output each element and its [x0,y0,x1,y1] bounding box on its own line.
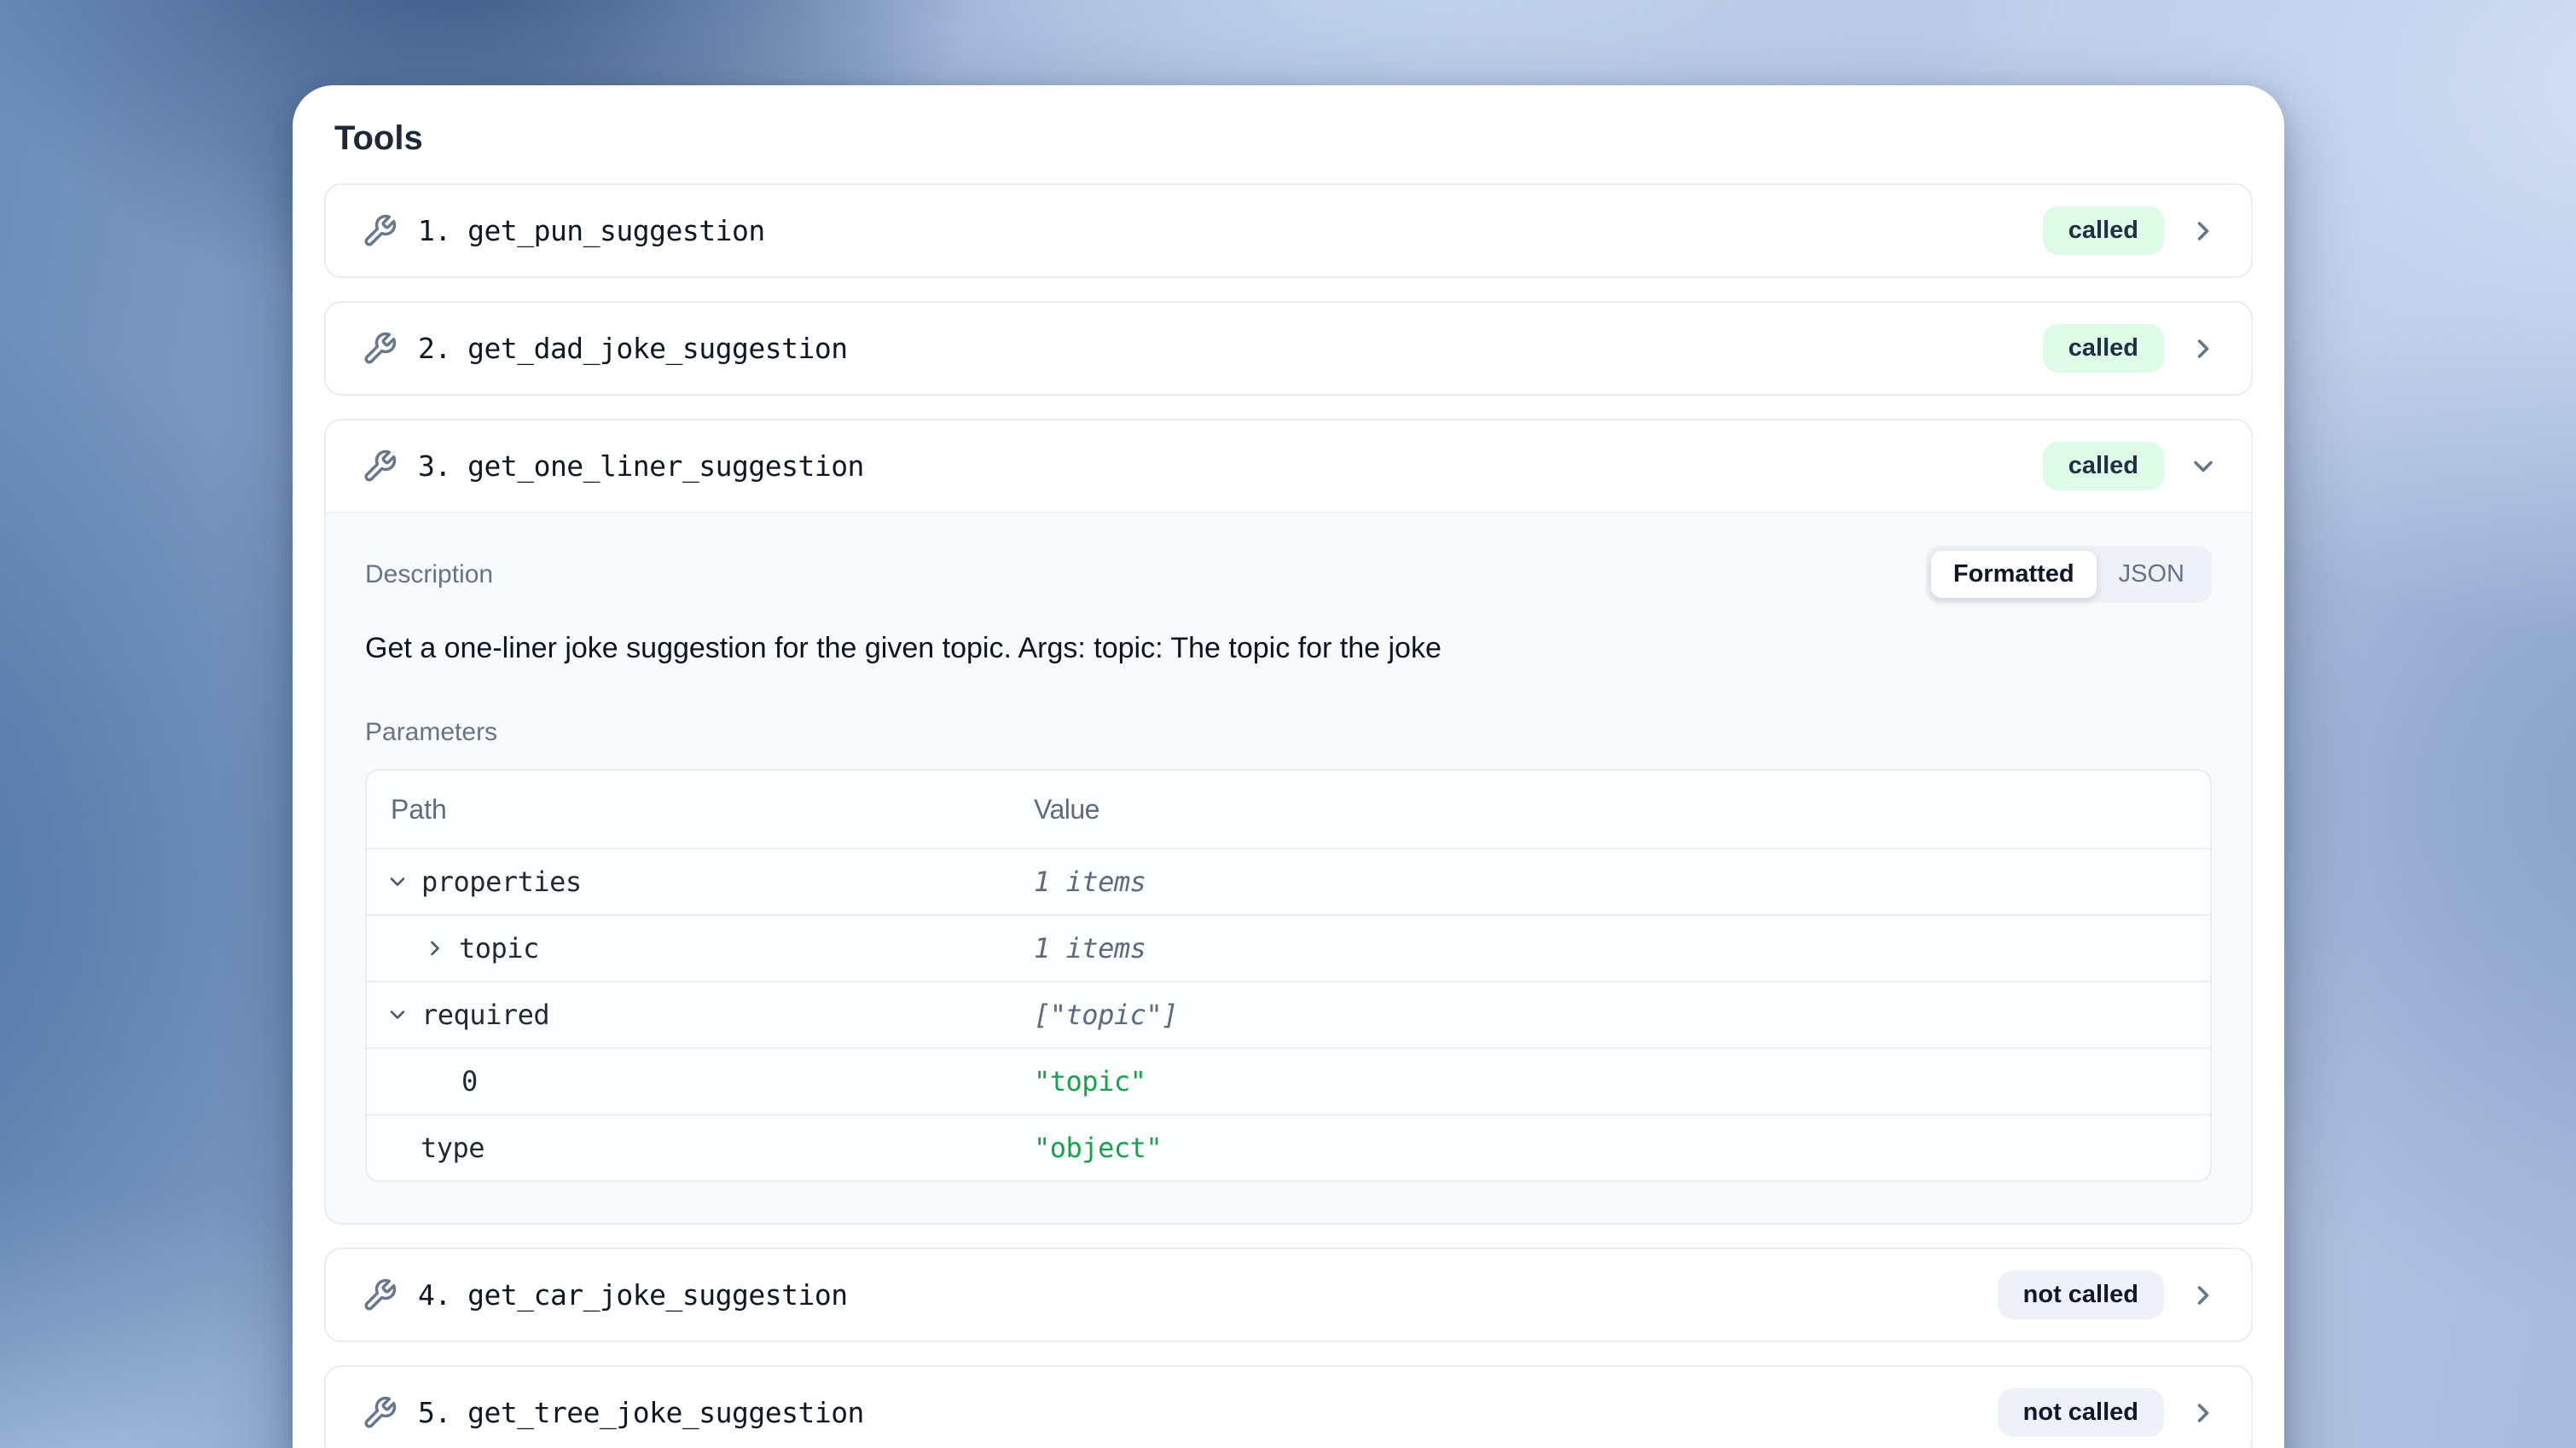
chevron-down-icon[interactable] [386,1003,409,1027]
tool-detail-panel: 3. get_one_liner_suggestion called Descr… [324,419,2253,1225]
chevron-right-icon[interactable] [2188,216,2219,246]
tool-name: 4. get_car_joke_suggestion [418,1278,848,1312]
tool-name: 2. get_dad_joke_suggestion [418,332,848,365]
view-toggle: Formatted JSON [1926,546,2212,603]
table-header-row: Path Value [367,771,2210,848]
status-badge: not called [1998,1271,2164,1319]
tool-detail-body: Description Formatted JSON Get a one-lin… [326,513,2251,1223]
path-key: topic [459,932,539,964]
status-badge: not called [1998,1388,2164,1437]
chevron-right-icon[interactable] [423,936,447,960]
wrench-icon [362,1277,397,1313]
status-badge: called [2043,442,2164,490]
value-cell: 1 items [1034,932,2210,964]
tool-name: 5. get_tree_joke_suggestion [418,1396,864,1429]
path-key: 0 [461,1065,478,1098]
tool-name: 1. get_pun_suggestion [418,214,765,247]
tool-row-get-dad-joke-suggestion[interactable]: 2. get_dad_joke_suggestion called [324,301,2253,396]
path-key: required [421,999,549,1031]
value-cell: 1 items [1034,866,2210,898]
status-badge: called [2043,324,2164,373]
tool-row-get-pun-suggestion[interactable]: 1. get_pun_suggestion called [324,183,2253,278]
tool-row-get-car-joke-suggestion[interactable]: 4. get_car_joke_suggestion not called [324,1248,2253,1342]
page-title: Tools [334,119,2242,158]
table-header-value: Value [1034,794,1099,825]
value-cell: ["topic"] [1034,999,2210,1031]
formatted-tab[interactable]: Formatted [1931,551,2097,598]
page-background: Tools 1. get_pun_suggestion called 2. ge… [0,0,2576,1448]
chevron-down-icon[interactable] [386,870,409,894]
wrench-icon [362,449,397,484]
table-header-path: Path [391,794,447,825]
table-row-properties[interactable]: properties 1 items [367,848,2210,914]
table-row-type: type "object" [367,1114,2210,1180]
parameters-label: Parameters [365,718,2212,747]
parameters-table: Path Value properties 1 items [365,769,2212,1182]
value-cell: "topic" [1034,1065,2210,1098]
value-cell: "object" [1034,1132,2210,1164]
status-badge: called [2043,206,2164,255]
chevron-right-icon[interactable] [2188,333,2219,364]
description-text: Get a one-liner joke suggestion for the … [365,632,2212,665]
wrench-icon [362,331,397,367]
description-label: Description [365,560,493,589]
tool-row-get-one-liner-suggestion[interactable]: 3. get_one_liner_suggestion called [326,420,2251,513]
chevron-right-icon[interactable] [2188,1398,2219,1428]
chevron-down-icon[interactable] [2188,451,2219,482]
tool-name: 3. get_one_liner_suggestion [418,449,864,483]
table-row-0: 0 "topic" [367,1047,2210,1114]
table-row-topic[interactable]: topic 1 items [367,914,2210,981]
json-tab[interactable]: JSON [2097,551,2207,598]
table-row-required[interactable]: required ["topic"] [367,981,2210,1047]
path-key: properties [421,866,582,898]
wrench-icon [362,213,397,249]
tool-row-get-tree-joke-suggestion[interactable]: 5. get_tree_joke_suggestion not called [324,1365,2253,1448]
wrench-icon [362,1395,397,1431]
tools-card: Tools 1. get_pun_suggestion called 2. ge… [293,85,2284,1448]
path-key: type [421,1132,484,1164]
chevron-right-icon[interactable] [2188,1280,2219,1311]
